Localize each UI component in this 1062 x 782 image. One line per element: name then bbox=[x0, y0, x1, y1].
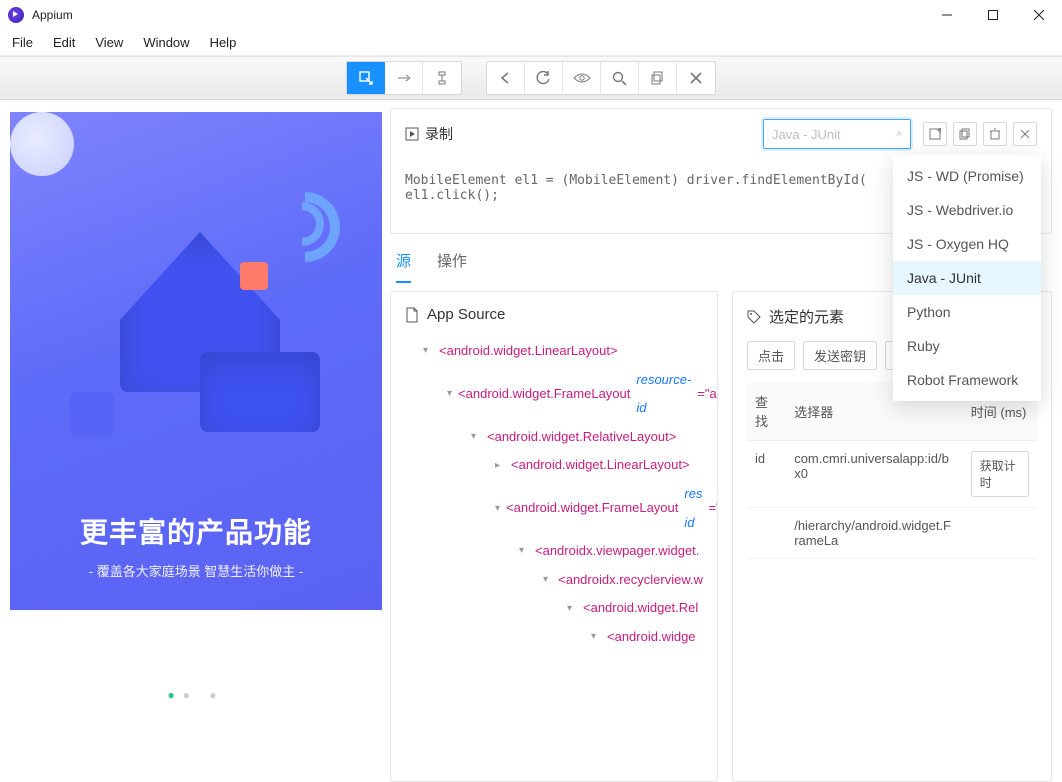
window-controls bbox=[924, 0, 1062, 30]
language-dropdown: JS - WD (Promise) JS - Webdriver.io JS -… bbox=[893, 155, 1041, 401]
file-icon bbox=[405, 307, 419, 323]
app-source-title: App Source bbox=[405, 306, 703, 323]
menu-window[interactable]: Window bbox=[135, 33, 197, 52]
recorder-actions bbox=[923, 122, 1037, 146]
chevron-up-icon: ˄ bbox=[896, 129, 902, 140]
window-maximize-button[interactable] bbox=[970, 0, 1016, 30]
tree-node[interactable]: ▾<android.widget.FrameLayout res id="com… bbox=[405, 480, 703, 537]
menu-view[interactable]: View bbox=[87, 33, 131, 52]
back-button[interactable] bbox=[487, 62, 525, 94]
caret-icon[interactable]: ▾ bbox=[447, 383, 452, 405]
app-logo-icon bbox=[8, 7, 24, 23]
caret-icon[interactable]: ▾ bbox=[423, 340, 433, 362]
delete-code-button[interactable] bbox=[983, 122, 1007, 146]
tree-node[interactable]: ▾<androidx.viewpager.widget. bbox=[405, 537, 703, 566]
tap-coordinates-button[interactable] bbox=[423, 62, 461, 94]
language-select-value: Java - JUnit bbox=[772, 127, 841, 142]
toolbar-group-session bbox=[486, 61, 716, 95]
hero-title: 更丰富的产品功能 bbox=[10, 511, 382, 551]
tree-node[interactable]: ▾<android.widget.FrameLayout resource-id… bbox=[405, 366, 703, 423]
language-option-python[interactable]: Python bbox=[893, 295, 1041, 329]
cell-find: id bbox=[747, 441, 786, 508]
refresh-button[interactable] bbox=[525, 62, 563, 94]
menu-bar: File Edit View Window Help bbox=[0, 30, 1062, 56]
cell-find bbox=[747, 508, 786, 559]
hero-subtitle: - 覆盖各大家庭场景 智慧生活你做主 - bbox=[10, 561, 382, 580]
right-pane: 录制 Java - JUnit ˄ bbox=[390, 100, 1062, 782]
language-option-js-webdriverio[interactable]: JS - Webdriver.io bbox=[893, 193, 1041, 227]
menu-help[interactable]: Help bbox=[202, 33, 245, 52]
table-row: /hierarchy/android.widget.FrameLa bbox=[747, 508, 1037, 559]
caret-icon[interactable]: ▾ bbox=[495, 498, 500, 520]
recorder-panel: 录制 Java - JUnit ˄ bbox=[390, 108, 1052, 234]
cell-selector: com.cmri.universalapp:id/bx0 bbox=[786, 441, 963, 508]
language-option-java-junit[interactable]: Java - JUnit bbox=[893, 261, 1041, 295]
window-title: Appium bbox=[32, 8, 73, 22]
tree-node[interactable]: ▾<android.widge bbox=[405, 623, 703, 652]
device-preview-pane: 更丰富的产品功能 - 覆盖各大家庭场景 智慧生活你做主 - ●● ● bbox=[0, 100, 390, 782]
tree-node[interactable]: ▾<android.widget.Rel bbox=[405, 594, 703, 623]
window-titlebar: Appium bbox=[0, 0, 1062, 30]
content-area: 更丰富的产品功能 - 覆盖各大家庭场景 智慧生活你做主 - ●● ● 录制 Ja… bbox=[0, 100, 1062, 782]
tab-actions[interactable]: 操作 bbox=[437, 250, 467, 283]
device-screenshot[interactable]: 更丰富的产品功能 - 覆盖各大家庭场景 智慧生活你做主 - ●● ● bbox=[10, 112, 382, 774]
show-boilerplate-button[interactable] bbox=[923, 122, 947, 146]
app-hero: 更丰富的产品功能 - 覆盖各大家庭场景 智慧生活你做主 - bbox=[10, 112, 382, 610]
language-option-js-oxygen[interactable]: JS - Oxygen HQ bbox=[893, 227, 1041, 261]
caret-icon[interactable]: ▸ bbox=[495, 455, 505, 477]
swipe-button[interactable] bbox=[385, 62, 423, 94]
cell-selector: /hierarchy/android.widget.FrameLa bbox=[786, 508, 963, 559]
search-button[interactable] bbox=[601, 62, 639, 94]
col-find: 查找 bbox=[747, 382, 786, 441]
app-source-title-text: App Source bbox=[427, 306, 505, 323]
select-element-button[interactable] bbox=[347, 62, 385, 94]
window-minimize-button[interactable] bbox=[924, 0, 970, 30]
caret-icon[interactable]: ▾ bbox=[567, 598, 577, 620]
get-timing-button[interactable]: 获取计时 bbox=[971, 451, 1029, 497]
copy-code-button[interactable] bbox=[953, 122, 977, 146]
language-select[interactable]: Java - JUnit ˄ bbox=[763, 119, 911, 149]
caret-icon[interactable]: ▾ bbox=[471, 426, 481, 448]
page-dots: ●● ● bbox=[10, 688, 382, 702]
tree-node[interactable]: ▸<android.widget.LinearLayout> bbox=[405, 451, 703, 480]
caret-icon[interactable]: ▾ bbox=[519, 540, 529, 562]
caret-icon[interactable]: ▾ bbox=[543, 569, 552, 591]
app-source-panel: App Source ▾<android.widget.LinearLayout… bbox=[390, 291, 718, 782]
selector-table: 查找 选择器 时间 (ms) id com.cmri.universalapp:… bbox=[747, 382, 1037, 559]
tag-icon bbox=[747, 310, 761, 324]
main-toolbar bbox=[0, 56, 1062, 100]
language-option-ruby[interactable]: Ruby bbox=[893, 329, 1041, 363]
send-keys-button[interactable]: 发送密钥 bbox=[803, 341, 877, 370]
selected-element-title-text: 选定的元素 bbox=[769, 306, 844, 327]
menu-edit[interactable]: Edit bbox=[45, 33, 83, 52]
source-tree[interactable]: ▾<android.widget.LinearLayout>▾<android.… bbox=[405, 337, 703, 652]
table-row: id com.cmri.universalapp:id/bx0 获取计时 bbox=[747, 441, 1037, 508]
eye-icon[interactable] bbox=[563, 62, 601, 94]
recorder-title-text: 录制 bbox=[425, 124, 453, 144]
tap-button[interactable]: 点击 bbox=[747, 341, 795, 370]
language-option-js-wd[interactable]: JS - WD (Promise) bbox=[893, 159, 1041, 193]
copy-button[interactable] bbox=[639, 62, 677, 94]
language-option-robot[interactable]: Robot Framework bbox=[893, 363, 1041, 397]
window-close-button[interactable] bbox=[1016, 0, 1062, 30]
menu-file[interactable]: File bbox=[4, 33, 41, 52]
tree-node[interactable]: ▾<android.widget.LinearLayout> bbox=[405, 337, 703, 366]
caret-icon[interactable]: ▾ bbox=[591, 626, 601, 648]
tree-node[interactable]: ▾<androidx.recyclerview.w bbox=[405, 566, 703, 595]
quit-session-button[interactable] bbox=[677, 62, 715, 94]
record-icon bbox=[405, 127, 419, 141]
recorder-title: 录制 bbox=[405, 124, 453, 144]
close-recorder-button[interactable] bbox=[1013, 122, 1037, 146]
toolbar-group-inspect bbox=[346, 61, 462, 95]
tree-node[interactable]: ▾<android.widget.RelativeLayout> bbox=[405, 423, 703, 452]
tab-source[interactable]: 源 bbox=[396, 250, 411, 283]
